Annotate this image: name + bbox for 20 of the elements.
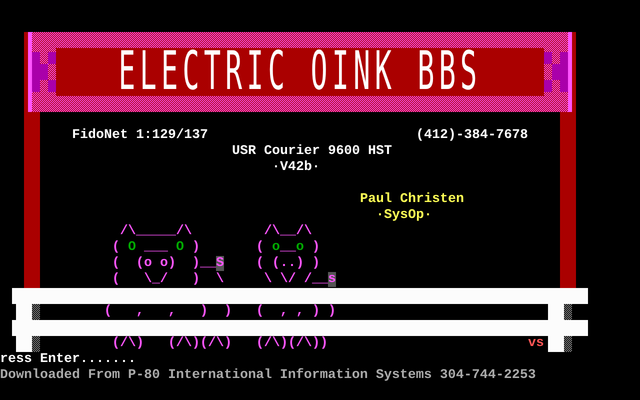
ascii-art-line: ( O ___ O ) ( o__o ) <box>112 240 320 256</box>
fidonet-address: FidoNet 1:129/137 <box>72 128 208 144</box>
press-enter-prompt: ress Enter....... <box>0 352 136 367</box>
download-source-line: Downloaded From P-80 International Information Systems 304-744-2253 <box>0 368 536 383</box>
modem-label: USR Courier 9600 HST <box>232 144 392 160</box>
artist-signature: vs <box>528 336 544 352</box>
protocol-label: ·V42b· <box>272 160 320 176</box>
fence-post <box>16 336 40 352</box>
fence-post <box>548 336 572 352</box>
ornament-icon <box>544 52 568 92</box>
ascii-art-line: ( , , ) ) ( , , ) ) <box>104 304 336 320</box>
ascii-art-line: ( \_/ ) \ \ \/ /__s <box>112 272 336 288</box>
bbs-title: ELECTRIC OINK BBS <box>118 45 482 99</box>
phone-number: (412)-384-7678 <box>416 128 528 144</box>
ornament-icon <box>32 52 56 92</box>
sysop-role: ·SysOp· <box>376 208 432 224</box>
ascii-art-line: ( (o o) )__S ( (..) ) <box>112 256 320 272</box>
sysop-name: Paul Christen <box>360 192 464 208</box>
ascii-art-line: (/\) (/\)(/\) (/\)(/\)) <box>112 336 328 352</box>
ascii-art-line: /\_____/\ /\__/\ <box>120 224 312 240</box>
